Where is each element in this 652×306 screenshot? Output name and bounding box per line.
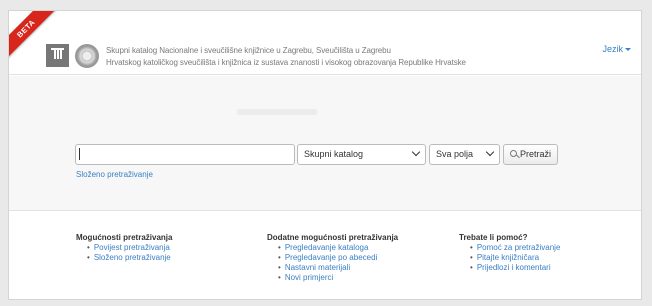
footer-link-browse-catalog[interactable]: Pregledavanje kataloga <box>278 243 398 253</box>
text-cursor <box>79 148 80 160</box>
footer: Mogućnosti pretraživanja Povijest pretra… <box>9 212 641 299</box>
page-container: BETA Skupni katalog Nacionalne i sveučil… <box>8 10 642 300</box>
search-input[interactable] <box>75 144 295 165</box>
footer-link-advanced-search[interactable]: Složeno pretraživanje <box>87 253 172 263</box>
footer-link-feedback[interactable]: Prijedlozi i komentari <box>470 263 560 273</box>
catalog-title: Skupni katalog Nacionalne i sveučilišne … <box>106 45 526 69</box>
search-button[interactable]: Pretraži <box>503 144 558 165</box>
search-icon <box>510 150 517 157</box>
footer-column-additional-options: Dodatne mogućnosti pretraživanja Pregled… <box>267 233 398 283</box>
footer-link-ask-librarian[interactable]: Pitajte knjižničara <box>470 253 560 263</box>
library-logo-icon[interactable] <box>46 44 69 67</box>
footer-column-search-options: Mogućnosti pretraživanja Povijest pretra… <box>76 233 172 263</box>
footer-heading: Mogućnosti pretraživanja <box>76 233 173 242</box>
footer-link-browse-alphabetical[interactable]: Pregledavanje po abecedi <box>278 253 398 263</box>
footer-link-search-history[interactable]: Povijest pretraživanja <box>87 243 172 253</box>
footer-column-help: Trebate li pomoć? Pomoć za pretraživanje… <box>459 233 560 273</box>
footer-link-search-help[interactable]: Pomoć za pretraživanje <box>470 243 561 253</box>
field-select[interactable]: Sva polja <box>429 144 500 165</box>
search-button-label: Pretraži <box>520 149 552 159</box>
language-menu-label: Jezik <box>602 44 623 54</box>
logo-pillar <box>59 49 62 59</box>
faded-banner <box>237 109 317 115</box>
catalog-select-value: Skupni katalog <box>304 149 364 159</box>
catalog-title-line1: Skupni katalog Nacionalne i sveučilišne … <box>106 46 391 55</box>
catalog-select[interactable]: Skupni katalog <box>297 144 426 165</box>
logo-bar <box>51 48 64 50</box>
caret-down-icon <box>625 48 631 52</box>
university-seal-icon[interactable] <box>75 44 99 68</box>
footer-heading: Dodatne mogućnosti pretraživanja <box>267 233 399 242</box>
logo-pillar <box>56 49 59 59</box>
chevron-down-icon <box>411 147 421 157</box>
catalog-title-line2: Hrvatskog katoličkog sveučilišta i knjiž… <box>106 58 466 67</box>
footer-link-course-materials[interactable]: Nastavni materijali <box>278 263 398 273</box>
advanced-search-link[interactable]: Složeno pretraživanje <box>76 170 153 179</box>
search-area: Skupni katalog Sva polja Pretraži Složen… <box>9 76 641 211</box>
footer-link-new-items[interactable]: Novi primjerci <box>278 273 398 283</box>
footer-link-list: Povijest pretraživanja Složeno pretraživ… <box>76 243 172 263</box>
logo-pillar <box>53 49 56 59</box>
footer-heading: Trebate li pomoć? <box>459 233 528 242</box>
field-select-value: Sva polja <box>436 149 474 159</box>
chevron-down-icon <box>485 147 495 157</box>
language-menu[interactable]: Jezik <box>602 44 631 54</box>
header: BETA Skupni katalog Nacionalne i sveučil… <box>9 11 641 75</box>
footer-link-list: Pregledavanje kataloga Pregledavanje po … <box>267 243 398 283</box>
footer-link-list: Pomoć za pretraživanje Pitajte knjižniča… <box>459 243 561 273</box>
